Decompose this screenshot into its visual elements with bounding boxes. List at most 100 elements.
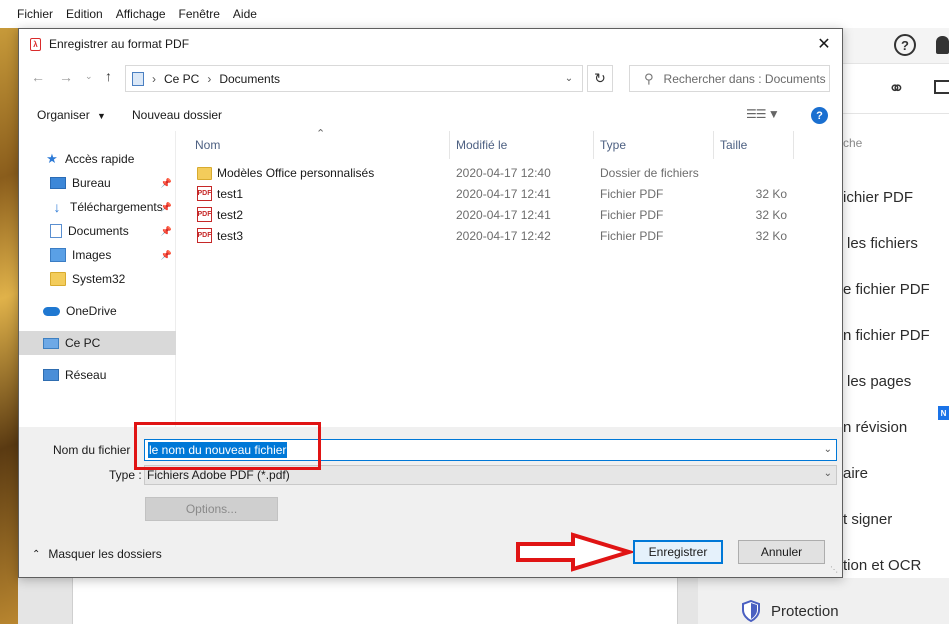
menu-affichage[interactable]: Affichage	[116, 7, 166, 21]
pin-icon[interactable]: 📌	[161, 250, 172, 261]
file-row[interactable]: PDF test3 2020-04-17 12:42 Fichier PDF 3…	[177, 226, 842, 247]
arrow-annotation-icon	[516, 532, 633, 572]
file-modified: 2020-04-17 12:40	[456, 166, 551, 180]
file-size: 32 Ko	[755, 208, 787, 222]
column-header-type[interactable]: Type	[594, 131, 714, 159]
file-size: 32 Ko	[755, 187, 787, 201]
tool-protection[interactable]: Protection	[741, 600, 839, 622]
help-circle-icon[interactable]: ?	[894, 34, 916, 56]
link-icon[interactable]: ⚭	[888, 76, 905, 101]
pin-icon[interactable]: 📌	[161, 178, 172, 189]
file-type: Fichier PDF	[600, 229, 664, 243]
file-type-value: Fichiers Adobe PDF (*.pdf)	[147, 468, 290, 482]
nav-item-images[interactable]: Images 📌	[19, 243, 176, 267]
menu-fichier[interactable]: Fichier	[17, 7, 53, 21]
menu-edition[interactable]: Edition	[66, 7, 103, 21]
cloud-icon	[43, 306, 60, 316]
shield-icon	[742, 600, 760, 622]
tool-item[interactable]: ichier PDF	[843, 189, 913, 206]
resize-grip-icon[interactable]: ⋱	[830, 565, 838, 574]
file-name: Modèles Office personnalisés	[217, 166, 375, 180]
nav-quick-access[interactable]: ★ Accès rapide	[19, 147, 176, 171]
address-bar[interactable]: › Ce PC › Documents ⌄	[125, 65, 583, 92]
tool-item[interactable]: les fichiers	[847, 235, 918, 252]
tool-item[interactable]: e fichier PDF	[843, 281, 930, 298]
tool-item[interactable]: n révision	[843, 419, 907, 436]
acrobat-icon: λ	[30, 37, 41, 51]
type-label: Type :	[109, 468, 142, 482]
chevron-up-icon: ⌃	[32, 548, 41, 560]
nav-label: Ce PC	[65, 336, 101, 350]
app-menubar: Fichier Edition Affichage Fenêtre Aide	[0, 0, 949, 28]
recent-chevron-icon[interactable]: ⌄	[85, 71, 93, 82]
refresh-icon: ↻	[594, 70, 606, 86]
file-row[interactable]: PDF test2 2020-04-17 12:41 Fichier PDF 3…	[177, 205, 842, 226]
app-toolbar: ?	[843, 28, 949, 64]
organize-button[interactable]: Organiser ▼	[37, 108, 106, 122]
pin-icon[interactable]: 📌	[161, 202, 172, 213]
menu-fenetre[interactable]: Fenêtre	[179, 7, 220, 21]
chevron-down-icon[interactable]: ⌄	[556, 66, 582, 91]
nav-label: Bureau	[72, 176, 111, 190]
save-button[interactable]: Enregistrer	[633, 540, 723, 564]
tool-item[interactable]: tion et OCR	[843, 557, 921, 574]
chevron-down-icon: ⌄	[823, 468, 832, 479]
breadcrumb-this-pc[interactable]: Ce PC	[164, 72, 199, 86]
bell-icon[interactable]	[936, 36, 949, 54]
nav-this-pc[interactable]: Ce PC	[19, 331, 176, 355]
file-row[interactable]: PDF test1 2020-04-17 12:41 Fichier PDF 3…	[177, 184, 842, 205]
nav-label: Téléchargements	[70, 200, 163, 214]
menu-aide[interactable]: Aide	[233, 7, 257, 21]
forward-arrow-icon[interactable]: →	[59, 69, 73, 85]
column-header-modified[interactable]: Modifié le	[450, 131, 594, 159]
computer-icon	[43, 337, 59, 349]
chevron-right-icon: ›	[207, 71, 212, 86]
file-row[interactable]: Modèles Office personnalisés 2020-04-17 …	[177, 163, 842, 184]
new-badge: N	[938, 406, 949, 420]
breadcrumb-documents[interactable]: Documents	[219, 72, 280, 86]
document-page	[72, 578, 678, 624]
column-header-size[interactable]: Taille	[714, 131, 794, 159]
file-name: test2	[217, 208, 244, 222]
refresh-button[interactable]: ↻	[587, 65, 613, 92]
new-folder-button[interactable]: Nouveau dossier	[132, 108, 222, 122]
hide-folders-toggle[interactable]: ⌃ Masquer les dossiers	[32, 547, 162, 561]
nav-item-documents[interactable]: Documents 📌	[19, 219, 176, 243]
view-options-icon[interactable]: ☰☰ ▼	[746, 107, 780, 121]
search-placeholder: Rechercher dans : Documents	[663, 71, 826, 86]
images-icon	[50, 248, 66, 262]
search-input[interactable]: ⚲ Rechercher dans : Documents	[629, 65, 830, 92]
nav-item-bureau[interactable]: Bureau 📌	[19, 171, 176, 195]
tool-item[interactable]: les pages	[847, 373, 911, 390]
save-dialog: λ Enregistrer au format PDF ✕ ← → ⌄ ↑ › …	[18, 28, 843, 578]
cancel-button[interactable]: Annuler	[738, 540, 825, 564]
file-name: test1	[217, 187, 244, 201]
options-button[interactable]: Options...	[145, 497, 278, 521]
folder-icon	[50, 272, 66, 286]
download-icon: ↓	[53, 199, 61, 215]
pin-icon[interactable]: 📌	[161, 226, 172, 237]
background-photo	[0, 28, 18, 624]
folder-icon	[197, 167, 212, 180]
help-icon[interactable]: ?	[811, 107, 828, 124]
file-name: test3	[217, 229, 244, 243]
nav-onedrive[interactable]: OneDrive	[19, 299, 176, 323]
tool-item[interactable]: n fichier PDF	[843, 327, 930, 344]
close-button[interactable]: ✕	[815, 35, 833, 53]
nav-label: Images	[72, 248, 112, 262]
column-header-name[interactable]: Nom	[177, 131, 450, 159]
mail-icon[interactable]	[934, 80, 949, 94]
chevron-down-icon[interactable]: ⌄	[824, 444, 832, 455]
protection-label: Protection	[771, 602, 839, 620]
file-type: Fichier PDF	[600, 208, 664, 222]
nav-item-telechargements[interactable]: ↓ Téléchargements 📌	[19, 195, 176, 219]
nav-item-system32[interactable]: System32	[19, 267, 176, 291]
dialog-titlebar[interactable]: λ Enregistrer au format PDF ✕	[19, 29, 842, 59]
close-icon: ✕	[817, 36, 831, 53]
tools-search-text[interactable]: che	[843, 136, 862, 150]
tool-item[interactable]: aire	[843, 465, 868, 482]
up-arrow-icon[interactable]: ↑	[105, 68, 112, 84]
nav-network[interactable]: Réseau	[19, 363, 176, 387]
tool-item[interactable]: t signer	[843, 511, 892, 528]
back-arrow-icon[interactable]: ←	[31, 69, 45, 85]
